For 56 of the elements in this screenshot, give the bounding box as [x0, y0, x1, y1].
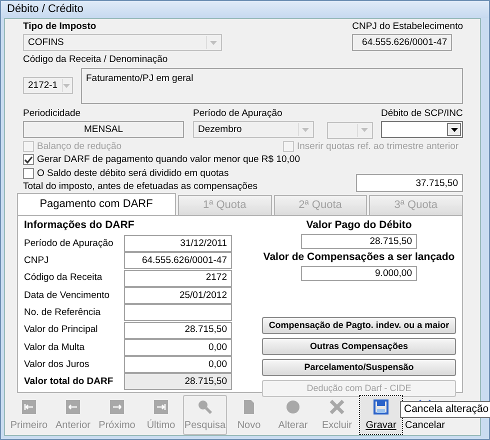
value-field: 25/01/2012: [124, 286, 232, 304]
checkbox[interactable]: [23, 168, 34, 179]
x-icon: [329, 399, 345, 416]
value-field: 0,00: [124, 338, 232, 356]
value-field: 28.715,50: [124, 322, 232, 339]
field-label: Período de Apuração: [24, 238, 114, 250]
checkbox-label: O Saldo deste débito será dividido em quotas: [37, 168, 229, 179]
checkbox-label: Inserir quotas ref. ao trimestre anterior: [297, 140, 459, 152]
action-button[interactable]: Outras Compensações: [262, 338, 456, 356]
field-label: Débito de SCP/INC: [381, 108, 463, 120]
cnpj-field: 64.555.626/0001-47: [352, 34, 452, 52]
toolbar-button[interactable]: Gravar: [359, 395, 403, 436]
field-label: Valor Pago do Débito: [306, 219, 412, 232]
field-label: Data de Vencimento: [24, 290, 111, 302]
circle-icon: [285, 399, 301, 416]
value-field: 2172: [124, 270, 232, 287]
field-label: Valor do Principal: [24, 324, 99, 336]
field-label: Valor de Compensações a ser lançado: [263, 251, 455, 264]
field-label: Período de Apuração: [193, 108, 284, 120]
field-label: Valor dos Juros: [24, 358, 90, 370]
field-label: Periodicidade: [23, 108, 82, 120]
denomination-field: Faturamento/PJ em geral: [81, 68, 463, 104]
field-label: CNPJ: [24, 255, 50, 267]
value-field: 31/12/2011: [124, 235, 232, 252]
field-label: Valor total do DARF: [24, 376, 114, 388]
value-field: 28.715,50: [301, 234, 417, 250]
checkbox-label: Balanço de redução: [37, 140, 122, 152]
tax-type-dropdown[interactable]: COFINS: [23, 34, 222, 52]
section-title: Informações do DARF: [24, 219, 136, 232]
revenue-code-dropdown[interactable]: 2172-1: [23, 77, 73, 94]
last-record-icon: [153, 399, 169, 416]
month-dropdown[interactable]: Dezembro: [193, 121, 314, 138]
field-label: No. de Referência: [24, 307, 102, 318]
value-field: 64.555.626/0001-47: [124, 252, 232, 270]
tooltip: Cancela alteração: [400, 401, 490, 418]
field-label: CNPJ do Estabelecimento: [352, 21, 463, 32]
year-dropdown[interactable]: [327, 122, 373, 139]
field-label: Total do imposto, antes de efetuadas as compensações: [23, 180, 258, 192]
checkbox[interactable]: [23, 154, 34, 166]
scp-debit-dropdown[interactable]: [381, 121, 463, 138]
field-label: Código da Receita: [24, 272, 104, 284]
search-icon: [197, 399, 213, 416]
field-label: Valor da Multa: [24, 342, 86, 354]
action-button[interactable]: Parcelamento/Suspensão: [262, 359, 456, 376]
tab[interactable]: Pagamento com DARF: [17, 193, 176, 216]
field-label: Tipo de Imposto: [23, 21, 98, 32]
periodicity-field: MENSAL: [23, 121, 184, 138]
document-icon: [241, 399, 257, 416]
action-button[interactable]: Compensação de Pagto. indev. ou a maior: [262, 317, 456, 334]
value-field: 0,00: [124, 356, 232, 374]
value-field: 28.715,50: [124, 373, 232, 390]
value-field: 9.000,00: [301, 266, 417, 282]
field-label: Código da Receita / Denominação: [23, 54, 169, 66]
total-field: 37.715,50: [356, 174, 463, 192]
first-record-icon: [21, 399, 37, 416]
checkbox-label: Gerar DARF de pagamento quando valor menor que R$ 10,00: [37, 154, 300, 166]
